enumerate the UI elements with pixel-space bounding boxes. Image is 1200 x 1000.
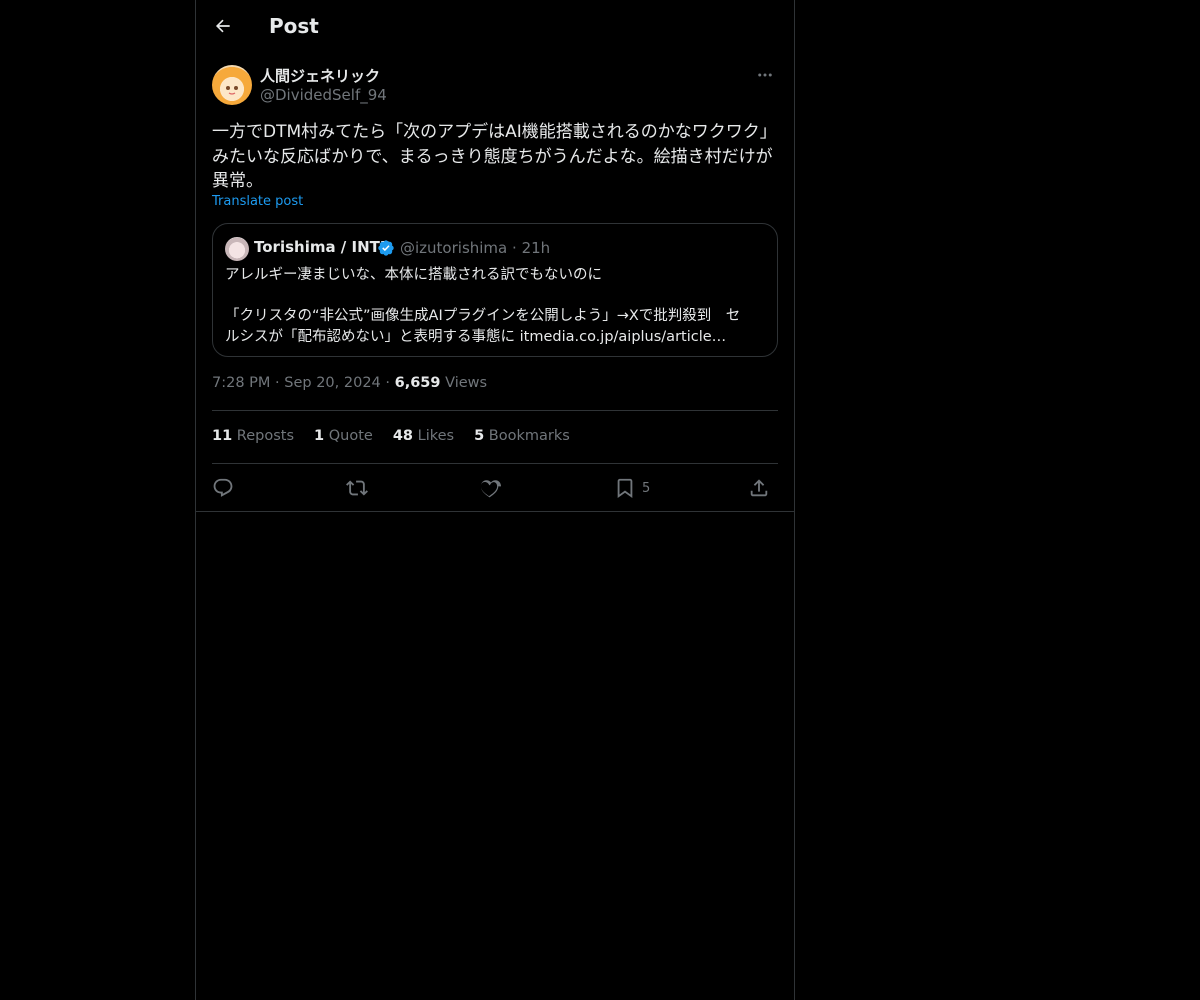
- author-display-name[interactable]: 人間ジェネリック: [260, 65, 380, 86]
- reply-icon: [213, 478, 233, 497]
- post-actions: 5: [212, 474, 778, 502]
- avatar-image: [218, 69, 246, 99]
- likes-count: 48: [392, 428, 413, 444]
- post-text: 一方でDTM村みてたら「次のアプデはAI機能搭載されるのかなワクワク」 みたいな…: [212, 122, 777, 191]
- views-count: 6,659: [394, 375, 441, 391]
- quoted-avatar: [225, 237, 249, 261]
- reposts-count: 11: [212, 428, 233, 444]
- bookmark-count: 5: [642, 480, 651, 496]
- quoted-handle: @izutorishima: [400, 239, 508, 257]
- quoted-display-name: Torishima / INTP: [254, 238, 391, 256]
- separator-dot: ·: [275, 375, 285, 391]
- author-handle[interactable]: @DividedSelf_94: [260, 86, 387, 104]
- page-title: Post: [269, 14, 319, 38]
- separator-dot: ·: [385, 375, 395, 391]
- back-button[interactable]: [210, 13, 236, 39]
- reposts-stat[interactable]: 11 Reposts: [212, 428, 294, 444]
- divider: [212, 410, 778, 411]
- bookmarks-stat[interactable]: 5 Bookmarks: [474, 428, 570, 444]
- avatar[interactable]: [212, 65, 252, 105]
- bookmarks-count: 5: [474, 428, 485, 444]
- post-time[interactable]: 7:28 PM: [212, 375, 270, 391]
- more-horizontal-icon: [758, 73, 772, 77]
- like-button[interactable]: [480, 474, 502, 502]
- bookmarks-label: Bookmarks: [488, 428, 570, 444]
- divider: [196, 511, 794, 512]
- arrow-left-icon: [215, 19, 230, 33]
- likes-label: Likes: [417, 428, 455, 444]
- bookmark-icon: [617, 478, 633, 499]
- page-header: Post: [196, 0, 794, 53]
- divider: [212, 463, 778, 464]
- post-author: 人間ジェネリック @DividedSelf_94: [212, 65, 778, 107]
- translate-post-link[interactable]: Translate post: [212, 194, 303, 209]
- heart-icon: [480, 480, 502, 498]
- likes-stat[interactable]: 48 Likes: [393, 428, 454, 444]
- repost-icon: [346, 480, 368, 496]
- verified-badge-icon: [378, 240, 394, 256]
- reposts-label: Reposts: [236, 428, 295, 444]
- repost-button[interactable]: [346, 474, 368, 502]
- quoted-time: 21h: [521, 239, 551, 257]
- post-stats: 11 Reposts 1 Quote 48 Likes 5 Bookmarks: [212, 428, 590, 444]
- bookmark-button[interactable]: 5: [614, 474, 650, 502]
- quoted-text: アレルギー凄まじいな、本体に搭載される訳でもないのに 「クリスタの“非公式”画像…: [225, 267, 741, 345]
- timeline-column: Post 人間ジェネリック @DividedSelf_94 一方でDTM村みてた…: [195, 0, 795, 1000]
- share-icon: [750, 479, 768, 497]
- quotes-stat[interactable]: 1 Quote: [314, 428, 373, 444]
- quoted-post[interactable]: Torishima / INTP @izutorishima · 21h アレル…: [212, 223, 778, 357]
- post-meta: 7:28 PM · Sep 20, 2024 · 6,659 Views: [212, 375, 487, 391]
- views-label: Views: [445, 375, 488, 391]
- more-options-button[interactable]: [752, 65, 778, 85]
- quote-label: Quote: [328, 428, 373, 444]
- quote-count: 1: [314, 428, 325, 444]
- share-button[interactable]: [748, 474, 770, 502]
- separator-dot: ·: [512, 239, 522, 257]
- quoted-handle-time: @izutorishima · 21h: [400, 239, 550, 257]
- post-date[interactable]: Sep 20, 2024: [284, 375, 381, 391]
- reply-button[interactable]: [212, 474, 234, 502]
